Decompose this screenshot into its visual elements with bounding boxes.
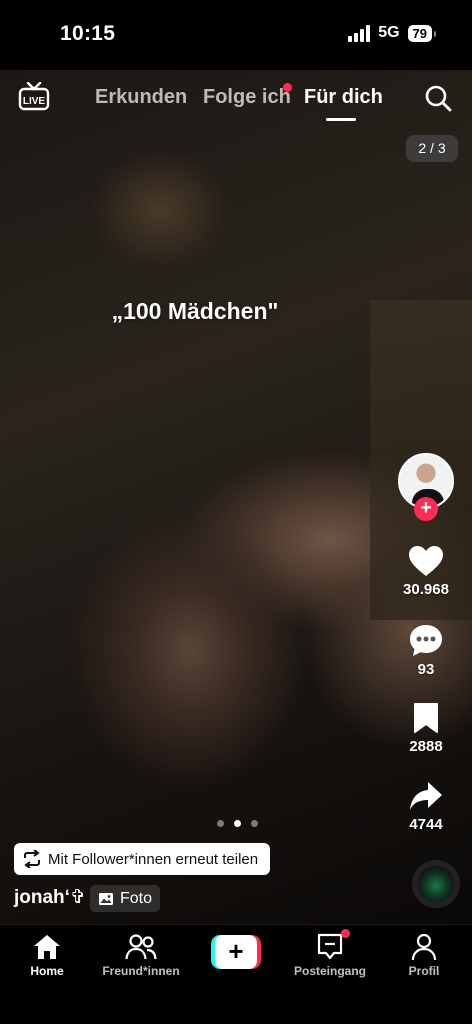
status-icons: 5G 79 <box>348 24 437 42</box>
carousel-dot-active[interactable] <box>234 820 241 827</box>
bottom-navigation: Home Freund*innen + Posteingang Profil <box>0 924 472 1024</box>
battery-icon: 79 <box>407 24 437 42</box>
follow-plus-icon[interactable]: + <box>414 497 438 521</box>
comment-icon <box>410 625 442 656</box>
heart-icon <box>409 546 443 576</box>
home-icon <box>34 935 60 959</box>
author-name[interactable]: jonah‘✞ <box>14 886 86 909</box>
tab-folge-ich[interactable]: Folge ich <box>203 86 291 109</box>
carousel-dot[interactable] <box>251 820 258 827</box>
tab-fuer-dich[interactable]: Für dich <box>304 86 383 109</box>
repost-label: Mit Follower*innen erneut teilen <box>48 850 259 868</box>
nav-profile[interactable]: Profil <box>379 933 469 978</box>
post-type-label: Foto <box>120 889 153 907</box>
create-button[interactable]: + <box>211 935 261 969</box>
profile-icon <box>411 933 437 961</box>
top-navigation: LIVE Erkunden Folge ich Für dich <box>0 70 472 130</box>
active-tab-indicator <box>326 118 356 121</box>
page-indicator: 2 / 3 <box>406 135 458 162</box>
live-icon[interactable]: LIVE <box>18 82 50 112</box>
nav-friends[interactable]: Freund*innen <box>96 933 186 978</box>
signal-icon <box>348 24 371 42</box>
search-icon[interactable] <box>424 84 452 112</box>
nav-inbox-label: Posteingang <box>293 964 366 978</box>
save-button[interactable]: 2888 <box>390 702 462 755</box>
status-bar: 10:15 5G 79 <box>0 0 472 70</box>
nav-friends-label: Freund*innen <box>102 964 180 978</box>
friends-icon <box>125 934 157 960</box>
overlay-text: „100 Mädchen" <box>111 298 279 324</box>
save-count: 2888 <box>409 738 443 755</box>
bookmark-icon <box>414 703 438 733</box>
plus-icon: + <box>215 935 257 969</box>
creator-avatar-wrap[interactable]: + <box>398 453 454 521</box>
nav-profile-label: Profil <box>408 964 440 978</box>
comment-count: 93 <box>417 661 435 678</box>
sound-disc[interactable] <box>412 860 460 908</box>
repost-icon <box>24 850 40 868</box>
comment-button[interactable]: 93 <box>390 623 462 678</box>
like-count: 30.968 <box>403 581 449 598</box>
tab-erkunden[interactable]: Erkunden <box>95 86 187 109</box>
share-button[interactable]: 4744 <box>390 780 462 833</box>
nav-home[interactable]: Home <box>2 933 92 978</box>
inbox-notification-dot <box>341 929 350 938</box>
notification-dot <box>283 83 292 92</box>
status-time: 10:15 <box>60 22 116 45</box>
nav-inbox[interactable]: Posteingang <box>285 933 375 978</box>
inbox-icon <box>317 933 343 960</box>
photo-icon <box>99 892 113 905</box>
share-icon <box>410 782 442 810</box>
live-label: LIVE <box>23 96 46 107</box>
like-button[interactable]: 30.968 <box>390 545 462 598</box>
share-count: 4744 <box>409 816 443 833</box>
repost-button[interactable]: Mit Follower*innen erneut teilen <box>14 843 271 875</box>
post-type-chip: Foto <box>90 885 161 912</box>
carousel-dots <box>217 820 258 827</box>
nav-home-label: Home <box>30 964 64 978</box>
network-type: 5G <box>378 24 400 41</box>
carousel-dot[interactable] <box>217 820 224 827</box>
